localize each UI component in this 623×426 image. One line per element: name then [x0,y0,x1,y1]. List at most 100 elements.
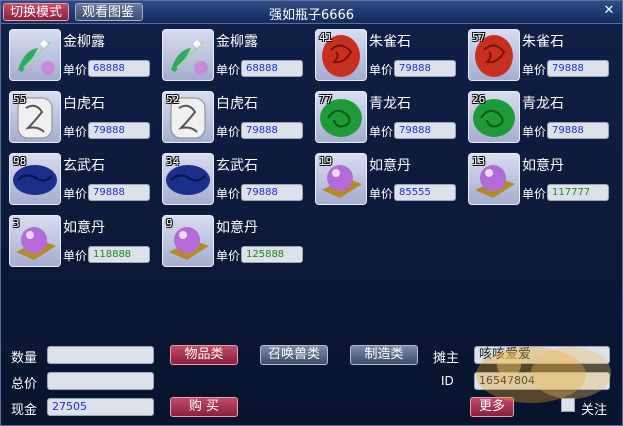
stall-item[interactable]: 19 如意丹 单价 85555 [313,151,463,207]
item-quantity: 3 [13,217,20,230]
item-price: 68888 [88,60,150,77]
leaf-potion-icon[interactable] [9,29,61,81]
item-price: 79888 [547,122,609,139]
stall-item[interactable]: 52 白虎石 单价 79888 [160,89,310,145]
item-price: 125888 [241,246,303,263]
pearl-icon[interactable]: 3 [9,215,61,267]
stall-item[interactable]: 34 玄武石 单价 79888 [160,151,310,207]
price-label: 单价 [63,125,88,139]
quantity-input[interactable] [47,346,154,364]
quantity-label: 数量 [11,351,38,366]
stall-item[interactable]: 55 白虎石 单价 79888 [7,89,157,145]
stall-item[interactable]: 金柳露 单价 68888 [7,27,157,83]
item-quantity: 98 [13,155,27,168]
total-price-field [47,372,154,390]
white-stone-icon[interactable]: 55 [9,91,61,143]
item-name: 金柳露 [63,34,105,50]
item-name: 如意丹 [369,158,411,174]
id-field: 16547804 [474,372,610,390]
item-name: 白虎石 [63,96,105,112]
item-price: 68888 [241,60,303,77]
green-stone-icon[interactable]: 77 [315,91,367,143]
item-quantity: 57 [472,31,486,44]
items-category-button[interactable]: 物品类 [170,345,238,365]
pearl-icon[interactable]: 9 [162,215,214,267]
item-price: 79888 [394,122,456,139]
item-quantity: 55 [13,93,27,106]
white-stone-icon[interactable]: 52 [162,91,214,143]
owner-field: 咳咳爱爱 [474,346,610,364]
stall-item[interactable]: 金柳露 单价 68888 [160,27,310,83]
price-label: 单价 [216,187,241,201]
item-price: 79888 [547,60,609,77]
blue-stone-icon[interactable]: 98 [9,153,61,205]
item-quantity: 34 [166,155,180,168]
cash-field: 27505 [47,398,154,416]
item-name: 朱雀石 [369,34,411,50]
item-name: 金柳露 [216,34,258,50]
item-name: 玄武石 [216,158,258,174]
item-price: 79888 [88,184,150,201]
item-quantity: 77 [319,93,333,106]
price-label: 单价 [63,63,88,77]
price-label: 单价 [216,63,241,77]
stall-item[interactable]: 57 朱雀石 单价 79888 [466,27,616,83]
price-label: 单价 [63,249,88,263]
craft-category-button[interactable]: 制造类 [350,345,418,365]
item-quantity: 41 [319,31,333,44]
close-icon[interactable]: ✕ [602,4,616,18]
pearl-icon[interactable]: 13 [468,153,520,205]
price-label: 单价 [216,249,241,263]
title-bar: 切换模式 观看图鉴 强如瓶子6666 ✕ [1,1,622,24]
price-label: 单价 [369,125,394,139]
item-price: 118888 [88,246,150,263]
stall-item[interactable]: 3 如意丹 单价 118888 [7,213,157,269]
item-name: 如意丹 [63,220,105,236]
item-name: 如意丹 [522,158,564,174]
pets-category-button[interactable]: 召唤兽类 [260,345,328,365]
item-price: 79888 [241,184,303,201]
item-quantity: 9 [166,217,173,230]
item-quantity: 13 [472,155,486,168]
item-price: 117777 [547,184,609,201]
blue-stone-icon[interactable]: 34 [162,153,214,205]
item-name: 如意丹 [216,220,258,236]
item-quantity: 19 [319,155,333,168]
item-name: 朱雀石 [522,34,564,50]
pearl-icon[interactable]: 19 [315,153,367,205]
stall-item[interactable]: 13 如意丹 单价 117777 [466,151,616,207]
price-label: 单价 [522,187,547,201]
item-name: 玄武石 [63,158,105,174]
green-stone-icon[interactable]: 26 [468,91,520,143]
leaf-potion-icon[interactable] [162,29,214,81]
item-price: 79888 [88,122,150,139]
stall-window: 切换模式 观看图鉴 强如瓶子6666 ✕ 金柳露 单价 68888 金柳露 单价… [0,0,623,426]
id-label: ID [441,374,454,388]
item-quantity: 52 [166,93,180,106]
price-label: 单价 [216,125,241,139]
item-quantity: 26 [472,93,486,106]
stall-item[interactable]: 77 青龙石 单价 79888 [313,89,463,145]
price-label: 单价 [522,63,547,77]
item-grid: 金柳露 单价 68888 金柳露 单价 68888 41 朱雀石 单价 7988… [7,27,619,327]
stall-item[interactable]: 98 玄武石 单价 79888 [7,151,157,207]
stall-item[interactable]: 26 青龙石 单价 79888 [466,89,616,145]
buy-button[interactable]: 购 买 [170,397,238,417]
follow-checkbox[interactable] [561,398,575,412]
price-label: 单价 [369,187,394,201]
price-label: 单价 [369,63,394,77]
item-name: 青龙石 [369,96,411,112]
red-stone-icon[interactable]: 41 [315,29,367,81]
item-name: 白虎石 [216,96,258,112]
item-price: 79888 [394,60,456,77]
stall-item[interactable]: 41 朱雀石 单价 79888 [313,27,463,83]
more-button[interactable]: 更多 [470,397,514,417]
follow-label: 关注 [581,403,608,418]
window-title: 强如瓶子6666 [268,8,355,23]
stall-item[interactable]: 9 如意丹 单价 125888 [160,213,310,269]
price-label: 单价 [522,125,547,139]
price-label: 单价 [63,187,88,201]
item-name: 青龙石 [522,96,564,112]
item-price: 85555 [394,184,456,201]
red-stone-icon[interactable]: 57 [468,29,520,81]
